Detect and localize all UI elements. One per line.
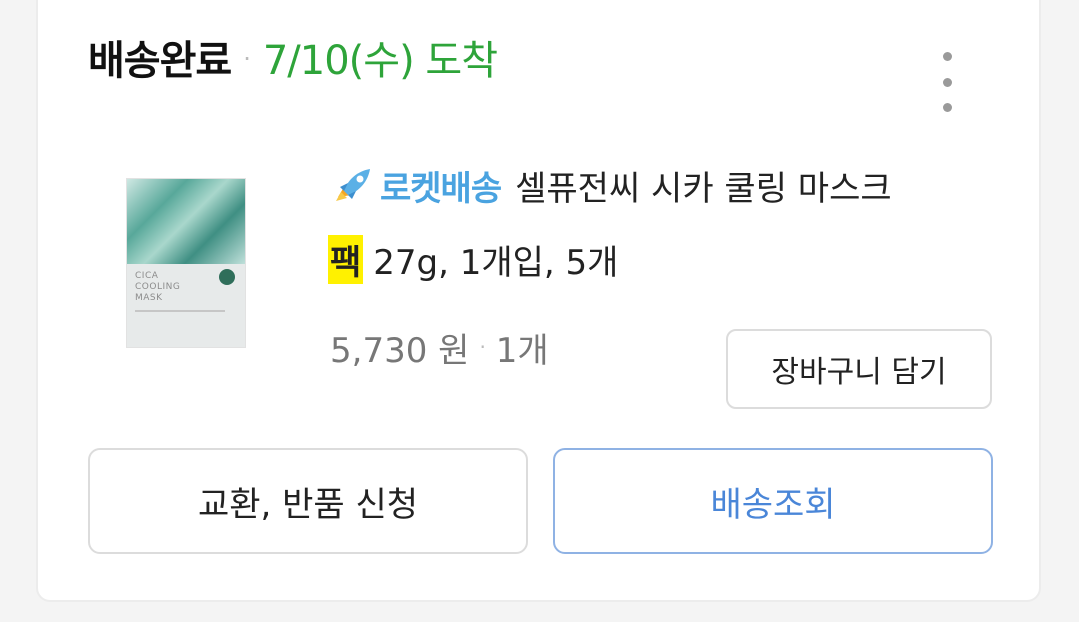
product-image-subtext xyxy=(135,310,225,312)
product-name-line1: 셀퓨전씨 시카 쿨링 마스크 xyxy=(515,168,892,209)
order-header: 배송완료 · 7/10(수) 도착 xyxy=(88,27,498,87)
more-dot xyxy=(942,77,952,87)
price-row: 5,730 원 · 1개 xyxy=(330,322,549,372)
product-image-name: CICA COOLING MASK xyxy=(135,271,181,303)
rocket-delivery-badge: 로켓배송 xyxy=(380,168,502,209)
rocket-icon xyxy=(336,169,370,201)
add-to-cart-button[interactable]: 장바구니 담기 xyxy=(726,329,992,409)
product-title-line2[interactable]: 팩 27g, 1개입, 5개 xyxy=(328,234,618,284)
more-options-icon[interactable] xyxy=(937,52,957,112)
arrival-date: 7/10(수) 도착 xyxy=(262,38,498,84)
exchange-return-button[interactable]: 교환, 반품 신청 xyxy=(88,448,528,554)
product-price: 5,730 원 xyxy=(330,330,470,371)
highlighted-text: 팩 xyxy=(328,234,364,284)
product-title-line1[interactable]: 로켓배송 셀퓨전씨 시카 쿨링 마스크 xyxy=(330,160,892,210)
more-dot xyxy=(942,52,952,61)
delivery-status: 배송완료 xyxy=(88,38,232,84)
product-image-ice-graphic xyxy=(127,179,245,264)
track-delivery-button[interactable]: 배송조회 xyxy=(553,448,993,554)
more-dot xyxy=(942,103,952,112)
order-card: 배송완료 · 7/10(수) 도착 CICA COOLING MASK 로켓배송… xyxy=(36,0,1041,602)
product-quantity: 1개 xyxy=(495,330,549,371)
price-separator: · xyxy=(479,335,486,359)
product-name-line2: 27g, 1개입, 5개 xyxy=(373,242,619,283)
header-separator: · xyxy=(243,45,251,73)
product-image-seal xyxy=(219,269,235,285)
product-image[interactable]: CICA COOLING MASK xyxy=(126,178,246,348)
